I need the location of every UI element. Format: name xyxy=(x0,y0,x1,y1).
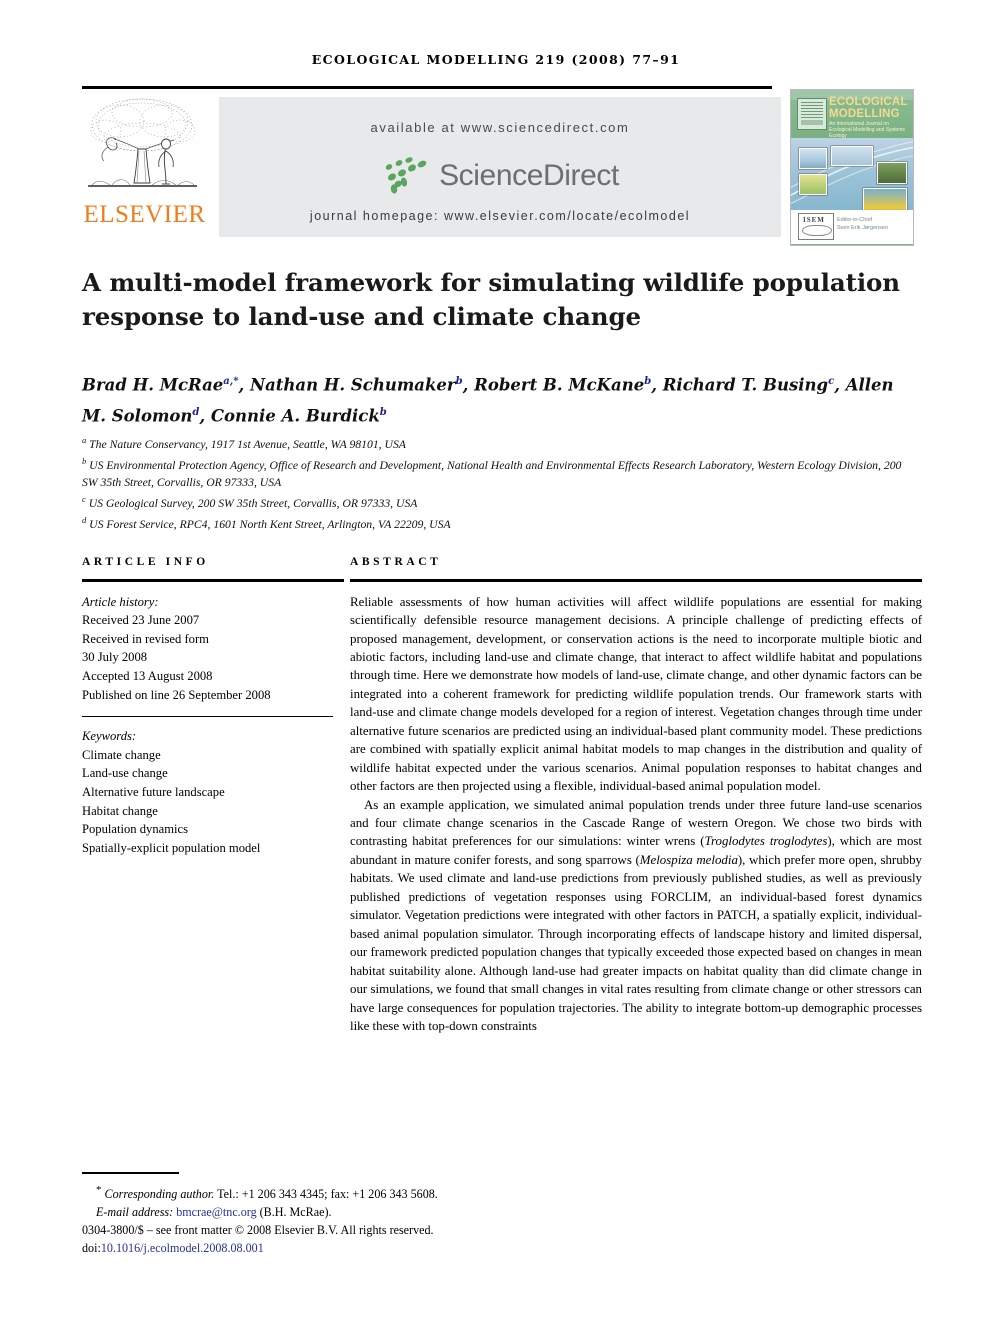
species-name: Melospiza melodia xyxy=(639,852,738,867)
affiliation-text: US Environmental Protection Agency, Offi… xyxy=(82,458,902,490)
cover-society-mark-icon xyxy=(802,225,832,236)
author-name: Nathan H. Schumaker xyxy=(249,375,456,395)
cover-title-line1: ECOLOGICAL xyxy=(829,96,908,108)
keyword-item: Spatially-explicit population model xyxy=(82,840,261,855)
affiliation-text: US Geological Survey, 200 SW 35th Street… xyxy=(88,497,418,511)
keyword-item: Population dynamics xyxy=(82,822,188,837)
author-name: Richard T. Busing xyxy=(662,375,829,395)
article-history-item: Received 23 June 2007 xyxy=(82,613,200,628)
article-info-divider xyxy=(82,579,344,582)
doi-link[interactable]: 10.1016/j.ecolmodel.2008.08.001 xyxy=(101,1241,264,1255)
cover-subtitle: An International Journal on Ecological M… xyxy=(829,121,905,139)
email-link[interactable]: bmcrae@tnc.org xyxy=(176,1205,256,1219)
email-owner: (B.H. McRae). xyxy=(259,1204,332,1219)
sciencedirect-banner: available at www.sciencedirect.com Scien… xyxy=(219,97,781,237)
abstract-column: ABSTRACT Reliable assessments of how hum… xyxy=(350,556,922,1035)
journal-article-page: ECOLOGICAL MODELLING 219 (2008) 77–91 EL… xyxy=(0,0,992,1323)
journal-cover-thumbnail: ECOLOGICAL MODELLING An International Jo… xyxy=(790,89,914,246)
keyword-item: Alternative future landscape xyxy=(82,784,225,799)
cover-editor: Editor-in-Chief Sven Erik Jørgensen xyxy=(837,216,888,232)
article-history: Article history: Received 23 June 2007 R… xyxy=(82,593,344,705)
sciencedirect-wordmark: ScienceDirect xyxy=(439,159,619,192)
affiliation-mark: d xyxy=(82,515,87,526)
article-history-item: 30 July 2008 xyxy=(82,650,148,665)
abstract-heading: ABSTRACT xyxy=(350,556,442,568)
abstract-paragraph: Reliable assessments of how human activi… xyxy=(350,594,922,794)
page-title: A multi-model framework for simulating w… xyxy=(82,268,900,331)
elsevier-wordmark: ELSEVIER xyxy=(83,201,206,228)
author-affil-mark: b xyxy=(644,376,652,387)
author-name: Connie A. Burdick xyxy=(210,406,380,425)
elsevier-logo: ELSEVIER xyxy=(82,89,207,241)
affiliation-item: c US Geological Survey, 200 SW 35th Stre… xyxy=(82,491,912,512)
doi-line: doi:10.1016/j.ecolmodel.2008.08.001 xyxy=(82,1240,682,1258)
corresponding-author-note: * Corresponding author. Tel.: +1 206 343… xyxy=(82,1182,582,1221)
author-affil-mark: b xyxy=(379,406,387,418)
keywords-label: Keywords: xyxy=(82,729,137,744)
elsevier-tree-icon xyxy=(86,91,199,201)
affiliation-text: US Forest Service, RPC4, 1601 North Kent… xyxy=(89,518,451,532)
affiliation-mark: a xyxy=(82,435,87,445)
author-affil-mark: c xyxy=(828,376,835,387)
available-at-text: available at www.sciencedirect.com xyxy=(370,120,630,135)
author-affil-mark: b xyxy=(455,376,463,387)
author-name: Brad H. McRae xyxy=(82,375,224,395)
corresponding-author-label: Corresponding author. xyxy=(104,1187,215,1202)
affiliation-mark: c xyxy=(82,494,86,505)
abstract-divider xyxy=(350,579,922,582)
author-name: Robert B. McKane xyxy=(474,375,645,395)
article-history-item: Published on line 26 September 2008 xyxy=(82,687,271,702)
cover-title-line2: MODELLING xyxy=(829,108,900,120)
cover-photo-1 xyxy=(799,148,827,169)
article-history-item: Received in revised form xyxy=(82,631,209,646)
cover-editor-name: Sven Erik Jørgensen xyxy=(837,225,889,231)
keyword-item: Land-use change xyxy=(82,766,168,781)
article-history-item: Accepted 13 August 2008 xyxy=(82,668,213,683)
abstract-text-part: ), which prefer more open, shrubby habit… xyxy=(350,852,922,1034)
affiliation-item: b US Environmental Protection Agency, Of… xyxy=(82,453,912,491)
article-history-label: Article history: xyxy=(82,594,159,609)
cover-editor-label: Editor-in-Chief xyxy=(837,217,873,223)
author-affil-mark: a,* xyxy=(223,376,239,387)
corresponding-author-line: * Corresponding author. Tel.: +1 206 343… xyxy=(82,1182,582,1204)
keyword-item: Climate change xyxy=(82,747,161,762)
email-line: E-mail address: bmcrae@tnc.org (B.H. McR… xyxy=(82,1204,582,1222)
email-label: E-mail address: xyxy=(96,1204,174,1219)
sciencedirect-logo: ScienceDirect xyxy=(219,153,781,199)
affiliation-item: d US Forest Service, RPC4, 1601 North Ke… xyxy=(82,512,912,533)
cover-photo-5 xyxy=(831,146,873,166)
keywords-divider xyxy=(82,716,333,718)
footnote-divider xyxy=(82,1172,179,1174)
article-info-column: ARTICLE INFO Article history: Received 2… xyxy=(82,556,344,857)
cover-society-logo: ISEM xyxy=(798,213,834,240)
author-list: Brad H. McRaea,*, Nathan H. Schumakerb, … xyxy=(82,375,894,426)
copyright-block: 0304-3800/$ – see front matter © 2008 El… xyxy=(82,1222,682,1257)
journal-homepage-text: journal homepage: www.elsevier.com/locat… xyxy=(309,209,691,223)
cover-photo-3 xyxy=(877,162,907,184)
article-info-heading: ARTICLE INFO xyxy=(82,556,209,568)
corresponding-author-tel: Tel.: +1 206 343 4345; fax: +1 206 343 5… xyxy=(214,1187,438,1202)
author-affil-mark: d xyxy=(192,406,200,418)
masthead: ELSEVIER available at www.sciencedirect.… xyxy=(82,89,914,246)
abstract-paragraph: As an example application, we simulated … xyxy=(350,796,922,1036)
affiliation-item: a The Nature Conservancy, 1917 1st Avenu… xyxy=(82,432,912,453)
running-head: ECOLOGICAL MODELLING 219 (2008) 77–91 xyxy=(311,52,681,67)
sciencedirect-leaf-icon xyxy=(385,157,427,194)
abstract-body: Reliable assessments of how human activi… xyxy=(350,593,922,1036)
keywords-block: Keywords: Climate change Land-use change… xyxy=(82,727,344,857)
corresponding-author-mark: * xyxy=(96,1184,102,1196)
doi-label: doi: xyxy=(82,1240,101,1255)
affiliation-text: The Nature Conservancy, 1917 1st Avenue,… xyxy=(89,437,406,451)
cover-elsevier-badge-icon xyxy=(797,98,827,130)
affiliation-list: a The Nature Conservancy, 1917 1st Avenu… xyxy=(82,432,912,534)
affiliation-mark: b xyxy=(82,456,87,467)
cover-title: ECOLOGICAL MODELLING xyxy=(829,96,908,120)
copyright-line: 0304-3800/$ – see front matter © 2008 El… xyxy=(82,1223,434,1237)
cover-society-label: ISEM xyxy=(803,216,825,224)
cover-photo-2 xyxy=(799,174,827,195)
species-name: Troglodytes troglodytes xyxy=(704,834,828,849)
keyword-item: Habitat change xyxy=(82,803,158,818)
